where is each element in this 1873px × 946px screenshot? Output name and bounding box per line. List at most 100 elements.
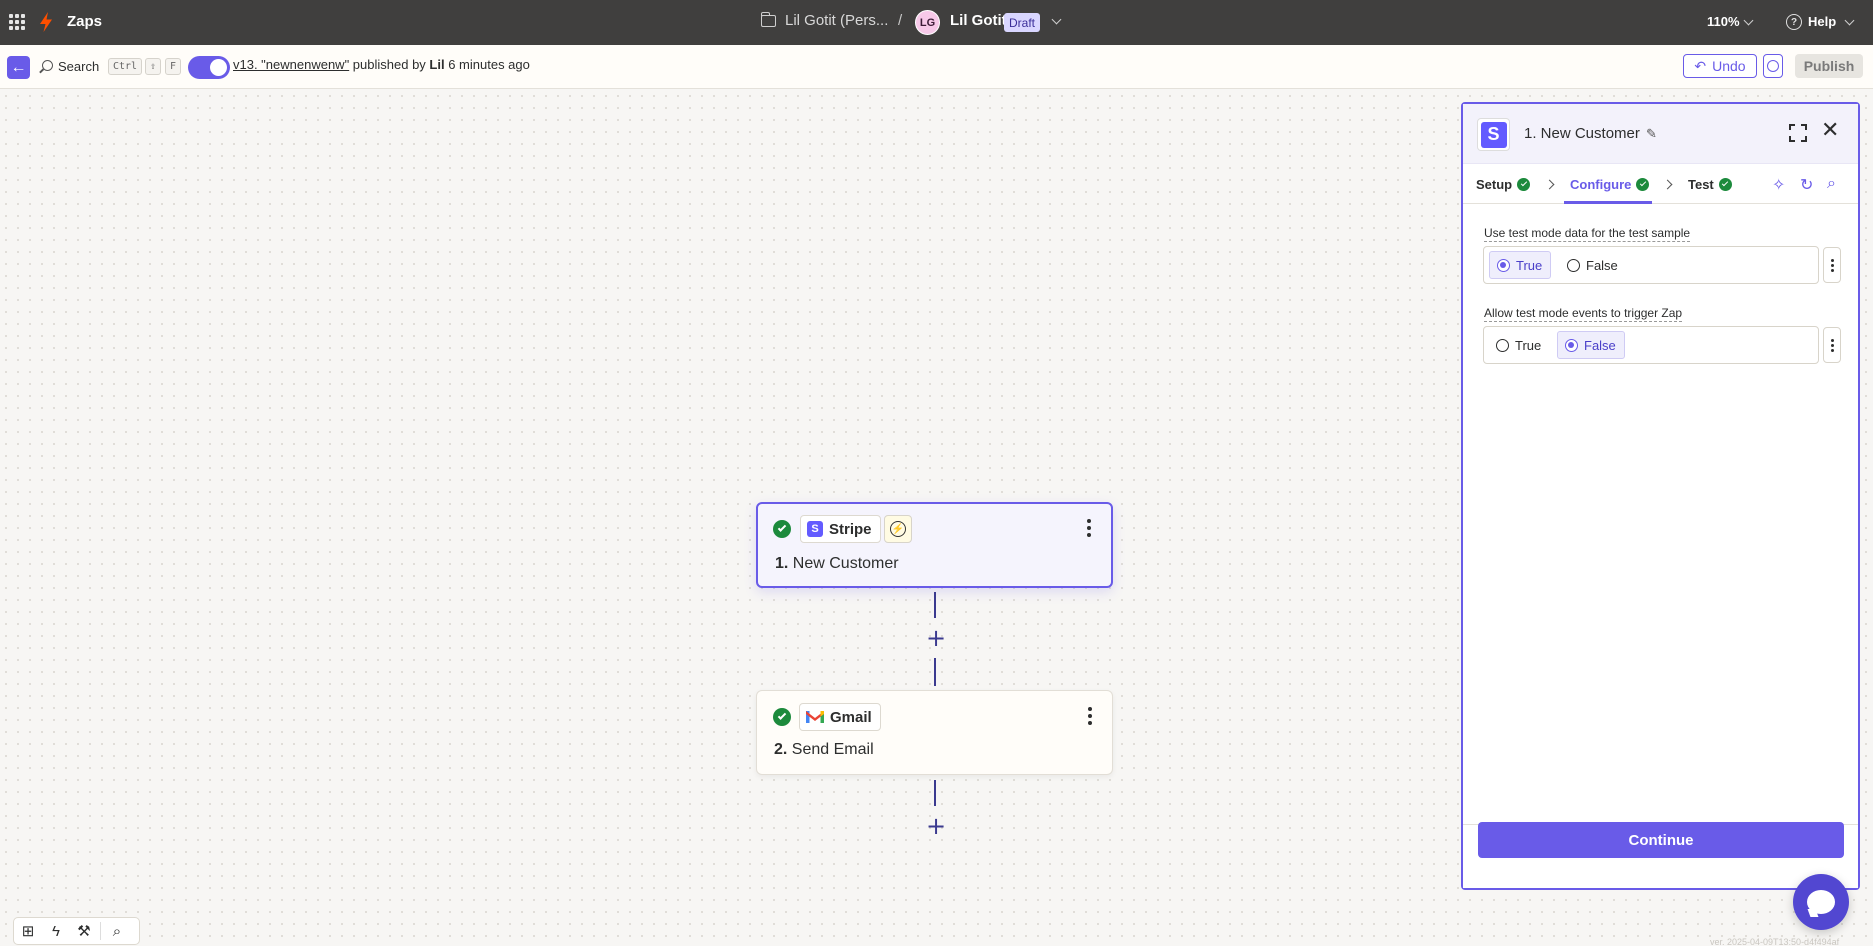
connector-line: [934, 658, 936, 686]
chevron-right-icon: [1544, 179, 1555, 190]
stripe-logo-icon: S: [1477, 118, 1510, 151]
back-button[interactable]: ←: [7, 56, 30, 79]
field-label-test-mode-data: Use test mode data for the test sample: [1484, 226, 1691, 242]
gmail-logo-icon: [806, 711, 824, 723]
tab-setup[interactable]: Setup: [1476, 177, 1531, 192]
tab-label: Configure: [1570, 177, 1632, 192]
step-card-action[interactable]: Gmail 2. Send Email: [756, 690, 1113, 775]
radio-group-test-mode-data: True False: [1483, 246, 1819, 284]
radio-group-test-mode-events: True False: [1483, 326, 1819, 364]
help-chevron-down-icon[interactable]: [1844, 15, 1855, 26]
search-icon[interactable]: [42, 60, 53, 71]
help-menu[interactable]: Help: [1808, 14, 1836, 29]
refresh-icon[interactable]: ↻: [1800, 175, 1813, 195]
radio-empty-icon: [1496, 338, 1509, 352]
published-time: 6 minutes ago: [444, 57, 530, 72]
edit-pencil-icon[interactable]: ✎: [1646, 126, 1657, 142]
search-icon[interactable]: ⌕: [103, 917, 131, 945]
build-version: ver. 2025-04-09T13:50-d4f494af: [1710, 937, 1840, 946]
top-bar: Zaps Lil Gotit (Pers... / LG Lil Gotit D…: [0, 0, 1873, 45]
bolt-icon[interactable]: ϟ: [42, 917, 70, 945]
connector-line: [934, 780, 936, 806]
active-tab-indicator: [1564, 201, 1652, 204]
app-badge-stripe: S Stripe: [800, 515, 881, 543]
radio-selected-icon: [1497, 258, 1510, 272]
step-title: 2. Send Email: [774, 741, 874, 759]
publish-button[interactable]: Publish: [1795, 54, 1863, 78]
zoom-chevron-down-icon[interactable]: [1743, 15, 1754, 26]
avatar: LG: [915, 10, 940, 35]
panel-title[interactable]: 1. New Customer: [1524, 125, 1640, 142]
chat-bubble-icon: [1807, 890, 1835, 914]
breadcrumb-folder[interactable]: Lil Gotit (Pers...: [785, 12, 888, 29]
divider: [100, 922, 101, 940]
continue-button[interactable]: Continue: [1478, 822, 1844, 858]
wrench-icon[interactable]: ⚒: [70, 917, 98, 945]
check-icon: [1517, 178, 1531, 191]
ai-sparkle-icon[interactable]: ✧: [1772, 175, 1785, 195]
breadcrumb-owner[interactable]: Lil Gotit: [950, 12, 1007, 29]
step-complete-icon: [773, 708, 791, 726]
field-label-test-mode-events: Allow test mode events to trigger Zap: [1484, 306, 1683, 322]
shortcut-key-ctrl: Ctrl: [108, 58, 143, 75]
expand-icon[interactable]: [1789, 124, 1807, 142]
radio-empty-icon: [1567, 258, 1580, 272]
tab-configure[interactable]: Configure: [1570, 177, 1650, 192]
check-icon: [1636, 178, 1650, 191]
version-history-button[interactable]: [1763, 54, 1783, 78]
field-options-icon[interactable]: [1823, 327, 1841, 363]
add-step-plus-icon[interactable]: +: [926, 626, 946, 650]
zoom-level[interactable]: 110%: [1707, 14, 1740, 29]
step-number: 1.: [775, 555, 789, 572]
instant-trigger-icon: ⚡: [884, 515, 912, 543]
step-card-trigger[interactable]: S Stripe ⚡ 1. New Customer: [756, 502, 1113, 588]
step-name: New Customer: [792, 555, 899, 572]
radio-label: True: [1515, 337, 1542, 353]
app-badge-gmail: Gmail: [799, 703, 881, 731]
history-icon: [1767, 60, 1779, 72]
radio-selected-icon: [1565, 338, 1578, 352]
chevron-right-icon: [1662, 179, 1673, 190]
undo-icon: ↶: [1694, 57, 1707, 74]
zapier-logo-icon: [40, 12, 52, 32]
radio-false[interactable]: False: [1560, 251, 1626, 279]
radio-true[interactable]: True: [1489, 331, 1549, 359]
radio-false[interactable]: False: [1557, 331, 1625, 359]
canvas-tools: ⊞ ϟ ⚒ ⌕: [13, 917, 140, 945]
published-by-text: published by: [349, 57, 430, 72]
step-menu-icon[interactable]: [1087, 519, 1091, 537]
radio-true[interactable]: True: [1489, 251, 1552, 279]
shortcut-key-f: F: [165, 58, 182, 75]
tab-label: Test: [1688, 177, 1714, 192]
search-label[interactable]: Search: [58, 59, 99, 74]
step-details-panel: S 1. New Customer ✎ ✕ Setup Configure Te…: [1461, 102, 1860, 890]
step-menu-icon[interactable]: [1088, 707, 1092, 725]
editor-toolbar: ← Search Ctrl ⇧ F v13. "newnenwenw" publ…: [0, 45, 1873, 89]
zap-on-off-toggle[interactable]: [188, 56, 230, 79]
search-icon[interactable]: ⌕: [1827, 175, 1836, 193]
chevron-down-icon[interactable]: [1051, 14, 1062, 25]
breadcrumb-separator: /: [898, 12, 903, 29]
version-info: v13. "newnenwenw" published by Lil 6 min…: [233, 57, 530, 72]
help-icon[interactable]: ?: [1786, 14, 1802, 30]
apps-grid-icon[interactable]: ⊞: [14, 917, 42, 945]
app-switcher-icon[interactable]: [8, 13, 26, 31]
radio-label: False: [1586, 257, 1618, 273]
connector-line: [934, 592, 936, 618]
step-complete-icon: [773, 520, 791, 538]
tab-test[interactable]: Test: [1688, 177, 1732, 192]
undo-button[interactable]: ↶ Undo: [1683, 54, 1757, 78]
radio-label: False: [1584, 337, 1616, 353]
version-link[interactable]: v13. "newnenwenw": [233, 57, 349, 72]
undo-label: Undo: [1712, 58, 1746, 74]
step-title: 1. New Customer: [775, 555, 899, 573]
field-options-icon[interactable]: [1823, 247, 1841, 283]
close-icon[interactable]: ✕: [1821, 118, 1839, 143]
add-step-plus-icon[interactable]: +: [926, 814, 946, 838]
folder-icon: [760, 12, 776, 27]
status-badge: Draft: [1004, 13, 1041, 32]
app-title[interactable]: Zaps: [67, 13, 102, 30]
shortcut-key-shift: ⇧: [145, 58, 162, 75]
app-name: Gmail: [830, 708, 872, 726]
chat-support-button[interactable]: [1793, 874, 1849, 930]
